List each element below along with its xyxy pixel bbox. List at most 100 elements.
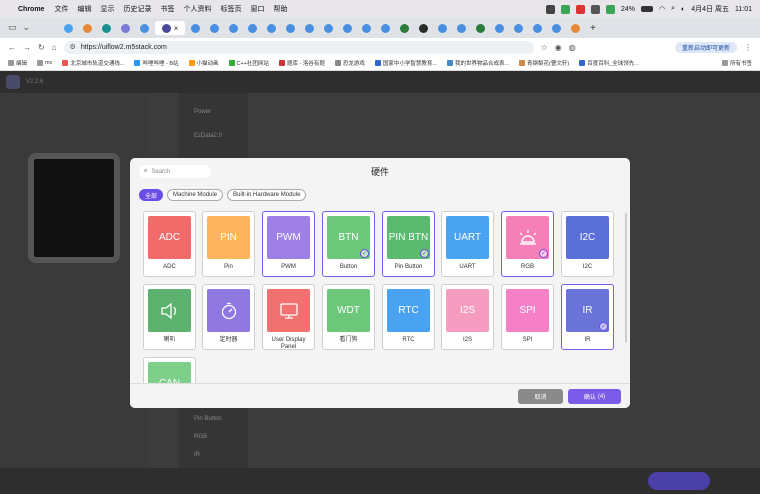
browser-tab[interactable] xyxy=(472,21,489,35)
browser-tab[interactable] xyxy=(136,21,153,35)
run-button[interactable] xyxy=(648,472,710,490)
control-center-icon[interactable]: ◐ xyxy=(681,6,685,13)
browser-tab[interactable] xyxy=(98,21,115,35)
block-category[interactable]: Power xyxy=(194,109,211,115)
hardware-card-spi[interactable]: SPI SPI xyxy=(501,284,554,350)
block-category[interactable]: RGB xyxy=(194,434,207,440)
search-input[interactable]: ⌕ Search xyxy=(139,165,211,178)
block-category[interactable]: EzData2.0 xyxy=(194,133,222,139)
block-category[interactable]: IR xyxy=(194,452,200,458)
hardware-card-adc[interactable]: ADC ADC xyxy=(143,211,196,277)
filter-machine-module[interactable]: Machine Module xyxy=(167,189,224,201)
status-icon[interactable] xyxy=(575,4,585,14)
new-tab-icon[interactable]: + xyxy=(590,23,596,34)
bookmark-item[interactable]: 小猫动画 xyxy=(188,59,219,67)
menu-history[interactable]: 历史记录 xyxy=(123,4,151,14)
block-category[interactable]: Pin Button xyxy=(194,416,222,422)
browser-tab[interactable] xyxy=(415,21,432,35)
browser-tab[interactable] xyxy=(282,21,299,35)
filter-built-in-hardware[interactable]: Built-in Hardware Module xyxy=(227,189,307,201)
menu-window[interactable]: 窗口 xyxy=(250,4,264,14)
browser-tab[interactable] xyxy=(548,21,565,35)
confirm-button[interactable]: 确认 (4) xyxy=(568,389,621,404)
hardware-card-watchdog[interactable]: WDT 看门狗 xyxy=(322,284,375,350)
hardware-card-can[interactable]: CAN xyxy=(143,357,196,383)
hardware-card-speaker[interactable]: 喇叭 xyxy=(143,284,196,350)
hardware-card-i2c[interactable]: I2C I2C xyxy=(561,211,614,277)
browser-tab[interactable] xyxy=(491,21,508,35)
browser-tab[interactable] xyxy=(301,21,318,35)
bookmark-item[interactable]: 国家中小学智慧教育... xyxy=(374,59,437,67)
all-bookmarks[interactable]: 所有书签 xyxy=(721,59,752,67)
menu-tabs[interactable]: 标签页 xyxy=(220,4,241,14)
bookmark-item[interactable]: 恐龙游戏 xyxy=(334,59,365,67)
browser-tab[interactable] xyxy=(529,21,546,35)
site-info-icon[interactable]: ⚙ xyxy=(70,43,76,51)
forward-icon[interactable]: → xyxy=(23,43,31,52)
url-field[interactable]: ⚙ https://uiflow2.m5stack.com xyxy=(63,40,534,54)
extension-icon[interactable]: ◉ xyxy=(555,43,562,52)
browser-tab[interactable] xyxy=(567,21,584,35)
browser-tab[interactable] xyxy=(358,21,375,35)
app-menu-chrome[interactable]: Chrome xyxy=(18,6,44,13)
hardware-card-pwm[interactable]: PWM PWM xyxy=(262,211,315,277)
hardware-card-timer[interactable]: 定时器 xyxy=(202,284,255,350)
browser-tab[interactable] xyxy=(453,21,470,35)
menu-bookmarks[interactable]: 书签 xyxy=(160,4,174,14)
hardware-card-i2s[interactable]: I2S I2S xyxy=(441,284,494,350)
wifi-icon[interactable]: ◠ xyxy=(659,5,665,13)
browser-tab[interactable] xyxy=(60,21,77,35)
browser-tab[interactable] xyxy=(225,21,242,35)
grid-scrollbar[interactable] xyxy=(625,213,627,343)
close-tab-icon[interactable]: × xyxy=(174,24,179,33)
menu-profile[interactable]: 个人资料 xyxy=(183,4,211,14)
update-chrome-button[interactable]: 重新启动即可更新 xyxy=(674,41,737,53)
menu-file[interactable]: 文件 xyxy=(54,4,68,14)
status-icon[interactable] xyxy=(545,4,555,14)
hardware-card-user-display-panel[interactable]: User Display Panel xyxy=(262,284,315,350)
home-icon[interactable]: ⌂ xyxy=(52,43,57,52)
tab-search-icon[interactable]: ⌄ xyxy=(23,22,31,33)
bookmark-item[interactable]: 哔哩哔哩 - B站 xyxy=(134,59,179,67)
bookmark-item[interactable]: 北京城市轨道交通线... xyxy=(62,59,124,67)
filter-all[interactable]: 全部 xyxy=(139,189,164,201)
hardware-card-pin-button[interactable]: PIN BTN ✓ Pin Button xyxy=(382,211,435,277)
browser-tab-active[interactable]: × xyxy=(155,21,185,35)
bookmark-item[interactable]: 青钢梨花(曹文轩) xyxy=(519,59,569,67)
bookmark-item[interactable]: 题库 - 洛谷有题 xyxy=(278,59,325,67)
hardware-card-ir[interactable]: IR ✓ IR xyxy=(561,284,614,350)
profile-icon[interactable]: ◍ xyxy=(569,43,576,52)
hardware-card-uart[interactable]: UART UART xyxy=(441,211,494,277)
menu-help[interactable]: 帮助 xyxy=(273,4,287,14)
browser-tab[interactable] xyxy=(117,21,134,35)
back-icon[interactable]: ← xyxy=(8,43,16,52)
status-icon[interactable] xyxy=(560,4,570,14)
browser-tab[interactable] xyxy=(434,21,451,35)
bookmark-item[interactable]: 百度百科_全球领先... xyxy=(579,59,639,67)
bookmark-item[interactable]: C++社团网站 xyxy=(228,59,269,67)
reload-icon[interactable]: ↻ xyxy=(38,43,45,52)
wechat-icon[interactable] xyxy=(605,4,615,14)
bookmark-item[interactable]: 编辑 xyxy=(8,59,27,67)
browser-tab[interactable] xyxy=(339,21,356,35)
browser-tab[interactable] xyxy=(187,21,204,35)
bookmark-item[interactable]: mc xyxy=(37,60,52,66)
browser-tab[interactable] xyxy=(396,21,413,35)
sidebar-icon[interactable]: ▭ xyxy=(8,22,17,33)
hardware-card-pin[interactable]: PIN Pin xyxy=(202,211,255,277)
menu-edit[interactable]: 编辑 xyxy=(77,4,91,14)
status-icon[interactable] xyxy=(590,4,600,14)
hardware-card-rtc[interactable]: RTC RTC xyxy=(382,284,435,350)
browser-tab[interactable] xyxy=(244,21,261,35)
browser-tab[interactable] xyxy=(79,21,96,35)
browser-tab[interactable] xyxy=(510,21,527,35)
hardware-card-rgb[interactable]: ✓ RGB xyxy=(501,211,554,277)
browser-tab[interactable] xyxy=(263,21,280,35)
battery-icon[interactable] xyxy=(641,6,653,12)
cancel-button[interactable]: 取消 xyxy=(518,389,563,404)
browser-tab[interactable] xyxy=(377,21,394,35)
menu-view[interactable]: 显示 xyxy=(100,4,114,14)
bookmark-item[interactable]: 我的世界物品合成表... xyxy=(446,59,509,67)
browser-tab[interactable] xyxy=(320,21,337,35)
more-menu-icon[interactable]: ⋮ xyxy=(744,43,752,52)
